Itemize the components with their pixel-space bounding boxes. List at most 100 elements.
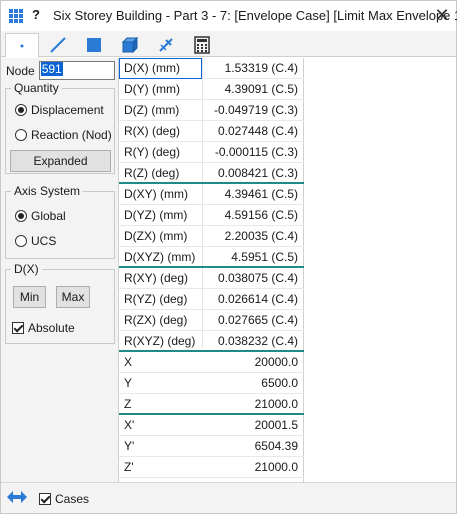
- table-row[interactable]: R(XYZ) (deg) 0.038232 (C.4): [119, 331, 304, 352]
- tab-brick[interactable]: [113, 33, 147, 57]
- row-value: 0.038232 (C.4): [217, 333, 298, 348]
- reaction-label: Reaction (Nod): [31, 128, 112, 142]
- table-row[interactable]: X' 20001.5: [119, 415, 304, 436]
- title-bar: ? Six Storey Building - Part 3 - 7: [Env…: [1, 1, 457, 31]
- dx-group: D(X) Min Max Absolute: [5, 262, 115, 344]
- node-row: Node 591: [6, 61, 115, 80]
- node-input[interactable]: 591: [38, 61, 115, 80]
- table-row[interactable]: D(Y) (mm) 4.39091 (C.5): [119, 79, 304, 100]
- reaction-radio-button[interactable]: [15, 129, 27, 141]
- row-label: D(X) (mm): [124, 61, 180, 75]
- reaction-radio[interactable]: Reaction (Nod): [15, 128, 112, 142]
- table-row[interactable]: D(XY) (mm) 4.39461 (C.5): [119, 184, 304, 205]
- tab-bar: [1, 31, 456, 58]
- node-value: 591: [40, 62, 63, 76]
- row-value: 0.027448 (C.4): [217, 124, 298, 138]
- row-value: 4.39461 (C.5): [224, 187, 298, 201]
- global-label: Global: [31, 209, 66, 223]
- row-value: 21000.0: [254, 460, 298, 474]
- table-row[interactable]: Y' 6504.39: [119, 436, 304, 457]
- help-button[interactable]: ?: [32, 7, 40, 22]
- calculator-icon: [194, 36, 210, 54]
- row-label: X: [124, 355, 133, 369]
- axis-system-group: Axis System Global UCS: [5, 184, 115, 259]
- table-row[interactable]: D(YZ) (mm) 4.59156 (C.5): [119, 205, 304, 226]
- absolute-checkbox[interactable]: [12, 322, 24, 334]
- cases-checkbox-row[interactable]: Cases: [39, 492, 89, 506]
- dot-icon: [20, 44, 24, 47]
- row-value: 0.026614 (C.4): [217, 292, 298, 306]
- row-label: R(YZ) (deg): [124, 292, 188, 306]
- line-icon: [50, 37, 66, 53]
- row-label: Z: [124, 396, 132, 411]
- row-value: 6500.0: [261, 376, 298, 390]
- cube-icon: [121, 36, 139, 54]
- table-row[interactable]: R(Z) (deg) 0.008421 (C.3): [119, 163, 304, 184]
- displacement-radio-button[interactable]: [15, 104, 27, 116]
- expanded-button[interactable]: Expanded: [10, 150, 111, 172]
- quantity-title: Quantity: [11, 81, 62, 95]
- row-value: 1.53319 (C.4): [224, 61, 298, 75]
- row-label: Y: [124, 376, 133, 390]
- ucs-radio[interactable]: UCS: [15, 234, 56, 248]
- displacement-radio[interactable]: Displacement: [15, 103, 104, 117]
- results-window: ? Six Storey Building - Part 3 - 7: [Env…: [0, 0, 457, 514]
- row-label: D(XY) (mm): [124, 187, 188, 201]
- double-arrow-icon[interactable]: [7, 490, 27, 504]
- tab-summary[interactable]: [185, 33, 219, 57]
- row-value: 6504.39: [254, 439, 298, 453]
- table-row[interactable]: X 20000.0: [119, 352, 304, 373]
- row-label: R(XYZ) (deg): [124, 333, 196, 348]
- row-value: -0.049719 (C.3): [213, 103, 298, 117]
- row-label: D(ZX) (mm): [124, 229, 188, 243]
- table-row[interactable]: Z 21000.0: [119, 394, 304, 415]
- table-row[interactable]: R(YZ) (deg) 0.026614 (C.4): [119, 289, 304, 310]
- tab-plate[interactable]: [77, 33, 111, 57]
- displacement-label: Displacement: [31, 103, 104, 117]
- absolute-checkbox-row[interactable]: Absolute: [12, 321, 75, 335]
- max-button[interactable]: Max: [56, 286, 90, 308]
- row-label: Y': [124, 439, 135, 453]
- row-label: D(XYZ) (mm): [124, 249, 196, 264]
- table-row[interactable]: R(Y) (deg) -0.000115 (C.3): [119, 142, 304, 163]
- bottom-bar: Cases: [1, 482, 456, 513]
- row-label: D(YZ) (mm): [124, 208, 188, 222]
- row-label: D(Z) (mm): [124, 103, 180, 117]
- tools-icon: [159, 38, 173, 52]
- table-row[interactable]: D(XYZ) (mm) 4.5951 (C.5): [119, 247, 304, 268]
- table-row[interactable]: D(X) (mm) 1.53319 (C.4): [119, 58, 304, 79]
- row-label: R(ZX) (deg): [124, 313, 188, 327]
- global-radio-button[interactable]: [15, 210, 27, 222]
- row-label: R(XY) (deg): [124, 271, 189, 285]
- tab-line[interactable]: [41, 33, 75, 57]
- app-grid-icon: [9, 9, 23, 23]
- axis-system-title: Axis System: [11, 184, 84, 198]
- min-button[interactable]: Min: [13, 286, 46, 308]
- row-label: R(Z) (deg): [124, 165, 180, 180]
- row-value: 21000.0: [254, 396, 298, 411]
- row-label: D(Y) (mm): [124, 82, 180, 96]
- row-label: R(X) (deg): [124, 124, 181, 138]
- table-row[interactable]: D(ZX) (mm) 2.20035 (C.4): [119, 226, 304, 247]
- row-value: 20001.5: [254, 418, 298, 432]
- row-value: 0.027665 (C.4): [217, 313, 298, 327]
- cases-checkbox[interactable]: [39, 493, 51, 505]
- table-row[interactable]: R(X) (deg) 0.027448 (C.4): [119, 121, 304, 142]
- tab-node[interactable]: [5, 33, 39, 58]
- row-value: -0.000115 (C.3): [214, 145, 298, 159]
- table-row[interactable]: D(Z) (mm) -0.049719 (C.3): [119, 100, 304, 121]
- ucs-radio-button[interactable]: [15, 235, 27, 247]
- global-radio[interactable]: Global: [15, 209, 66, 223]
- table-row[interactable]: Y 6500.0: [119, 373, 304, 394]
- tab-link[interactable]: [149, 33, 183, 57]
- table-row[interactable]: Z' 21000.0: [119, 457, 304, 478]
- control-panel: Node 591 Quantity Displacement Reaction …: [1, 58, 118, 482]
- results-table: D(X) (mm) 1.53319 (C.4) D(Y) (mm) 4.39091 (…: [118, 58, 304, 482]
- row-value: 0.038075 (C.4): [217, 271, 298, 285]
- row-label: Z': [124, 460, 134, 474]
- absolute-label: Absolute: [28, 321, 75, 335]
- close-button[interactable]: ✕: [431, 4, 453, 26]
- table-row[interactable]: R(ZX) (deg) 0.027665 (C.4): [119, 310, 304, 331]
- table-row[interactable]: R(XY) (deg) 0.038075 (C.4): [119, 268, 304, 289]
- row-value: 4.39091 (C.5): [224, 82, 298, 96]
